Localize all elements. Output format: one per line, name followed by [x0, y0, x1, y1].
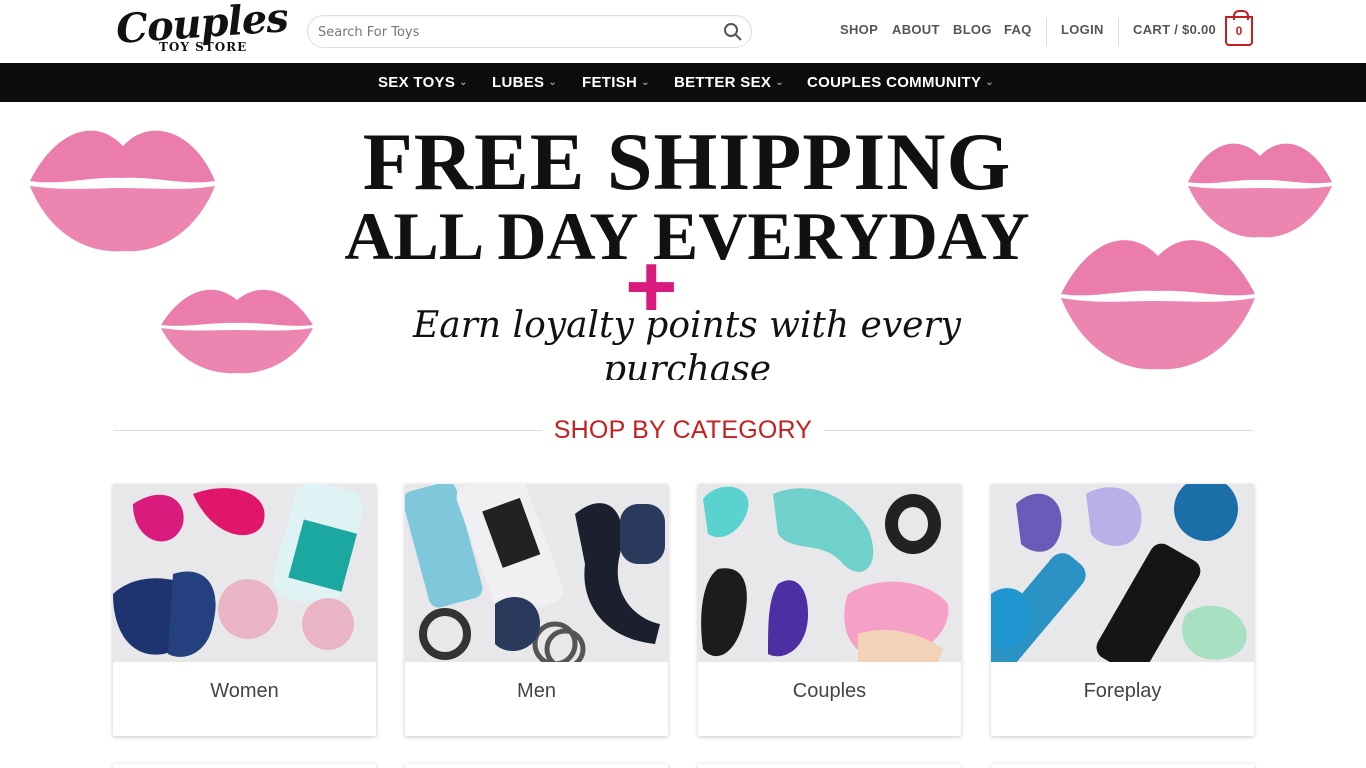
category-card-partial[interactable]	[405, 764, 668, 768]
nav-shop-link[interactable]: SHOP	[840, 22, 878, 37]
main-nav-better-sex[interactable]: BETTER SEX ⌄	[674, 74, 784, 91]
lips-graphic	[1061, 240, 1255, 370]
category-card-partial[interactable]	[991, 764, 1254, 768]
search-box	[307, 15, 752, 48]
category-image	[405, 484, 668, 662]
main-nav-bar: SEX TOYS ⌄ LUBES ⌄ FETISH ⌄ BETTER SEX ⌄ COU…	[0, 63, 1366, 102]
search-icon[interactable]	[723, 22, 743, 42]
category-card-men[interactable]: Men	[405, 484, 668, 736]
main-nav-fetish[interactable]: FETISH ⌄	[582, 74, 650, 91]
promo-banner[interactable]: FREE SHIPPING ALL DAY EVERYDAY + Earn lo…	[0, 102, 1366, 380]
category-label: Men	[517, 680, 556, 702]
category-image	[113, 484, 376, 662]
site-header: Couples TOY STORE SHOP ABOUT BLOG FAQ LO…	[0, 0, 1366, 63]
nav-cart-link[interactable]: CART / $0.00	[1133, 22, 1216, 37]
site-logo[interactable]: Couples TOY STORE	[113, 0, 290, 58]
category-card-foreplay[interactable]: Foreplay	[991, 484, 1254, 736]
category-label: Women	[210, 680, 279, 702]
cart-count-badge: 0	[1235, 24, 1243, 38]
chevron-down-icon: ⌄	[641, 77, 650, 88]
chevron-down-icon: ⌄	[985, 77, 994, 88]
nav-blog-link[interactable]: BLOG	[953, 22, 992, 37]
main-nav-sex-toys[interactable]: SEX TOYS ⌄	[378, 74, 468, 91]
section-header: SHOP BY CATEGORY	[113, 414, 1253, 448]
lips-graphic	[161, 289, 313, 374]
chevron-down-icon: ⌄	[775, 77, 784, 88]
nav-divider	[1046, 18, 1047, 46]
nav-divider	[1118, 18, 1119, 46]
lips-graphic	[30, 130, 215, 252]
category-card-partial[interactable]	[698, 764, 961, 768]
main-nav-lubes[interactable]: LUBES ⌄	[492, 74, 557, 91]
logo-sub-text: TOY STORE	[159, 40, 248, 54]
category-image	[698, 484, 961, 662]
cart-bag-icon[interactable]: 0	[1225, 10, 1253, 46]
banner-tagline: Earn loyalty points with every purchase	[412, 305, 962, 380]
banner-subheadline: ALL DAY EVERYDAY	[344, 198, 1030, 274]
nav-about-link[interactable]: ABOUT	[892, 22, 940, 37]
nav-faq-link[interactable]: FAQ	[1004, 22, 1032, 37]
category-card-partial[interactable]	[113, 764, 376, 768]
chevron-down-icon: ⌄	[548, 77, 558, 88]
category-image	[991, 484, 1254, 662]
chevron-down-icon: ⌄	[459, 77, 468, 88]
category-label: Foreplay	[1083, 680, 1162, 702]
category-card-couples[interactable]: Couples	[698, 484, 961, 736]
category-card-women[interactable]: Women	[113, 484, 376, 736]
section-title: SHOP BY CATEGORY	[553, 416, 813, 444]
search-input[interactable]	[318, 22, 718, 42]
nav-login-link[interactable]: LOGIN	[1061, 22, 1104, 37]
category-label: Couples	[792, 680, 867, 702]
main-nav-couples-community[interactable]: COUPLES COMMUNITY ⌄	[807, 74, 994, 91]
banner-headline: FREE SHIPPING	[362, 116, 1012, 207]
